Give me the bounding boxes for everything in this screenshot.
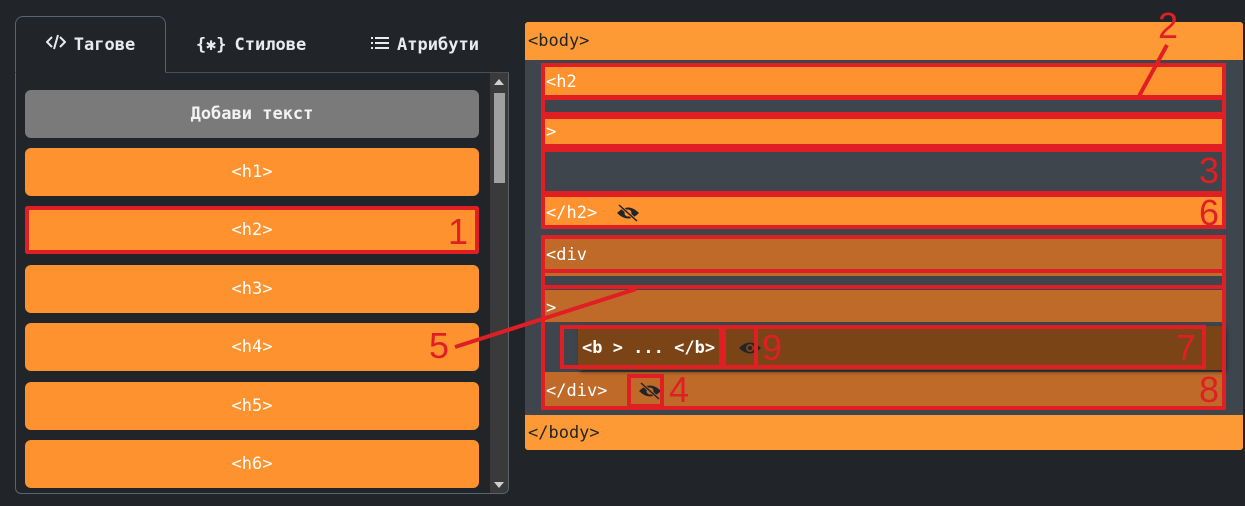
annotation-3: 3 bbox=[1199, 150, 1220, 191]
annotation-5: 5 bbox=[429, 325, 450, 366]
annotation-8: 8 bbox=[1199, 369, 1220, 410]
annotation-lines bbox=[454, 44, 1169, 349]
annotation-7: 7 bbox=[1176, 327, 1197, 368]
annotation-4: 4 bbox=[669, 369, 690, 410]
annotation-2: 2 bbox=[1158, 5, 1179, 46]
annotation-9: 9 bbox=[762, 327, 783, 368]
annotation-1: 1 bbox=[448, 211, 469, 252]
annotation-6: 6 bbox=[1199, 192, 1220, 233]
